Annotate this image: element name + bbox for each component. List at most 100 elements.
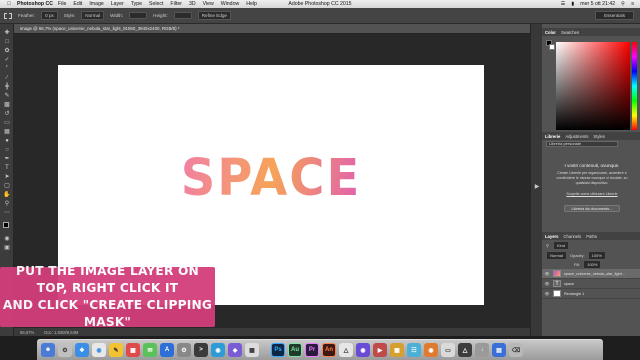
tab-libraries[interactable]: Librerie	[545, 134, 560, 139]
brush-tool-icon[interactable]: ✎	[3, 93, 11, 99]
color-bg-swatch[interactable]	[549, 44, 555, 50]
hand-tool-icon[interactable]: ✋	[3, 192, 11, 198]
quick-select-tool-icon[interactable]: ✓	[3, 57, 11, 63]
eye-icon[interactable]: 👁	[544, 281, 550, 286]
menu-image[interactable]: Image	[89, 1, 103, 7]
launchpad-icon[interactable]: ⚙	[58, 343, 72, 357]
eyedropper-tool-icon[interactable]: ∕	[3, 75, 11, 81]
screen-mode-icon[interactable]: ▣	[3, 245, 11, 251]
menu-select[interactable]: Select	[149, 1, 163, 7]
path-select-tool-icon[interactable]: ➤	[3, 174, 11, 180]
layer-name[interactable]: Rectangle 1	[564, 292, 584, 296]
menu-filter[interactable]: Filter	[170, 1, 182, 7]
chrome-icon[interactable]: ◉	[92, 343, 106, 357]
network-icon[interactable]: ☷	[407, 343, 421, 357]
library-select[interactable]: Libreria personale	[546, 141, 618, 147]
blender-icon[interactable]: ◉	[424, 343, 438, 357]
layer-row-image[interactable]: 👁 space_universe_nebula_star_light...	[542, 269, 640, 279]
quick-mask-icon[interactable]: ◉	[3, 236, 11, 242]
unity-icon[interactable]: △	[339, 343, 353, 357]
media-icon[interactable]: ▶	[373, 343, 387, 357]
github-icon[interactable]: ◉	[356, 343, 370, 357]
menu-file[interactable]: File	[58, 1, 66, 7]
messages-icon[interactable]: ✉	[143, 343, 157, 357]
eye-icon[interactable]: 👁	[544, 291, 550, 296]
height-input[interactable]	[173, 12, 192, 19]
unity-hub-icon[interactable]: △	[458, 343, 472, 357]
type-tool-icon[interactable]: T	[3, 165, 11, 171]
feather-input[interactable]: 0 px	[41, 11, 58, 20]
kind-filter-select[interactable]: Kind	[552, 240, 569, 250]
menu-layer[interactable]: Layer	[111, 1, 124, 7]
documents-icon[interactable]: ▤	[492, 343, 506, 357]
layer-name[interactable]: space	[564, 282, 574, 286]
finder-icon[interactable]: ☻	[41, 343, 55, 357]
blur-tool-icon[interactable]: ●	[3, 138, 11, 144]
stamp-tool-icon[interactable]: ▩	[3, 102, 11, 108]
library-from-document-button[interactable]: Libreria da documento...	[564, 205, 620, 212]
width-input[interactable]	[129, 12, 148, 19]
hue-slider[interactable]	[632, 42, 637, 130]
menu-type[interactable]: Type	[131, 1, 142, 7]
photoshop-icon[interactable]: Ps	[271, 343, 285, 357]
crop-tool-icon[interactable]: ⌜	[3, 66, 11, 72]
tab-layers[interactable]: Layers	[545, 234, 559, 239]
notes-icon[interactable]: ✎	[109, 343, 123, 357]
menu-view[interactable]: View	[203, 1, 214, 7]
move-tool-icon[interactable]: ✚	[3, 30, 11, 36]
audition-icon[interactable]: Au	[288, 343, 302, 357]
apple-icon[interactable]: 	[6, 1, 12, 7]
premiere-icon[interactable]: Pr	[305, 343, 319, 357]
pen-tool-icon[interactable]: ✒	[3, 156, 11, 162]
downloads-icon[interactable]: ↓	[475, 343, 489, 357]
refine-edge-button[interactable]: Refine Edge	[197, 11, 231, 20]
layer-row-rectangle[interactable]: 👁 Rectangle 1	[542, 289, 640, 299]
tab-color[interactable]: Color	[545, 30, 556, 35]
search-icon[interactable]: ⚲	[621, 1, 625, 7]
menu-edit[interactable]: Edit	[73, 1, 82, 7]
foreground-color-swatch[interactable]	[3, 222, 9, 228]
color-picker-field[interactable]	[556, 42, 630, 130]
terminal-icon[interactable]: >	[194, 343, 208, 357]
zoom-tool-icon[interactable]: ⚲	[3, 201, 11, 207]
space-text-layer[interactable]: SPACE	[58, 147, 484, 210]
archive-icon[interactable]: ▦	[390, 343, 404, 357]
menu-help[interactable]: Help	[246, 1, 257, 7]
app-store-icon[interactable]: A	[160, 343, 174, 357]
dodge-tool-icon[interactable]: ○	[3, 147, 11, 153]
shape-tool-icon[interactable]: ▢	[3, 183, 11, 189]
animate-icon[interactable]: An	[322, 343, 336, 357]
libraries-learn-link[interactable]: Scoprite come utilizzare Librerie	[548, 192, 636, 196]
tab-channels[interactable]: Channels	[564, 234, 582, 239]
safari-icon[interactable]: ❖	[75, 343, 89, 357]
battery-icon[interactable]: ▮	[571, 1, 574, 7]
calendar-icon[interactable]: ▩	[126, 343, 140, 357]
utility-icon[interactable]: ◆	[228, 343, 242, 357]
clock[interactable]: mer 5 ott 21:42	[580, 1, 615, 7]
blend-mode-select[interactable]: Normal	[546, 250, 567, 260]
tab-adjustments[interactable]: Adjustments	[565, 134, 588, 139]
settings-icon[interactable]: ⚙	[177, 343, 191, 357]
preview-icon[interactable]: ▦	[245, 343, 259, 357]
workspace-select[interactable]: Essentials	[595, 11, 634, 20]
wifi-icon[interactable]: ☰	[561, 1, 566, 7]
trash-icon[interactable]: ⌫	[509, 343, 523, 357]
opacity-input[interactable]: 100%	[587, 250, 606, 260]
eraser-tool-icon[interactable]: ▭	[3, 120, 11, 126]
document-tab[interactable]: image @ 66,7% (space_universe_nebula_sta…	[14, 24, 530, 34]
folder-icon[interactable]: ▭	[441, 343, 455, 357]
marquee-tool-icon[interactable]	[4, 12, 12, 19]
marquee-tool-icon[interactable]: □	[3, 39, 11, 45]
menu-3d[interactable]: 3D	[189, 1, 196, 7]
layer-row-space[interactable]: 👁 T space	[542, 279, 640, 289]
gradient-tool-icon[interactable]: ▦	[3, 129, 11, 135]
lasso-tool-icon[interactable]: ✿	[3, 48, 11, 54]
style-select[interactable]: Normal	[81, 11, 105, 20]
tab-styles[interactable]: Styles	[593, 134, 604, 139]
steam-icon[interactable]: ◉	[211, 343, 225, 357]
eye-icon[interactable]: 👁	[544, 271, 550, 276]
healing-tool-icon[interactable]: ╋	[3, 84, 11, 90]
menu-window[interactable]: Window	[221, 1, 239, 7]
history-brush-tool-icon[interactable]: ↺	[3, 111, 11, 117]
fill-input[interactable]: 100%	[583, 260, 602, 269]
